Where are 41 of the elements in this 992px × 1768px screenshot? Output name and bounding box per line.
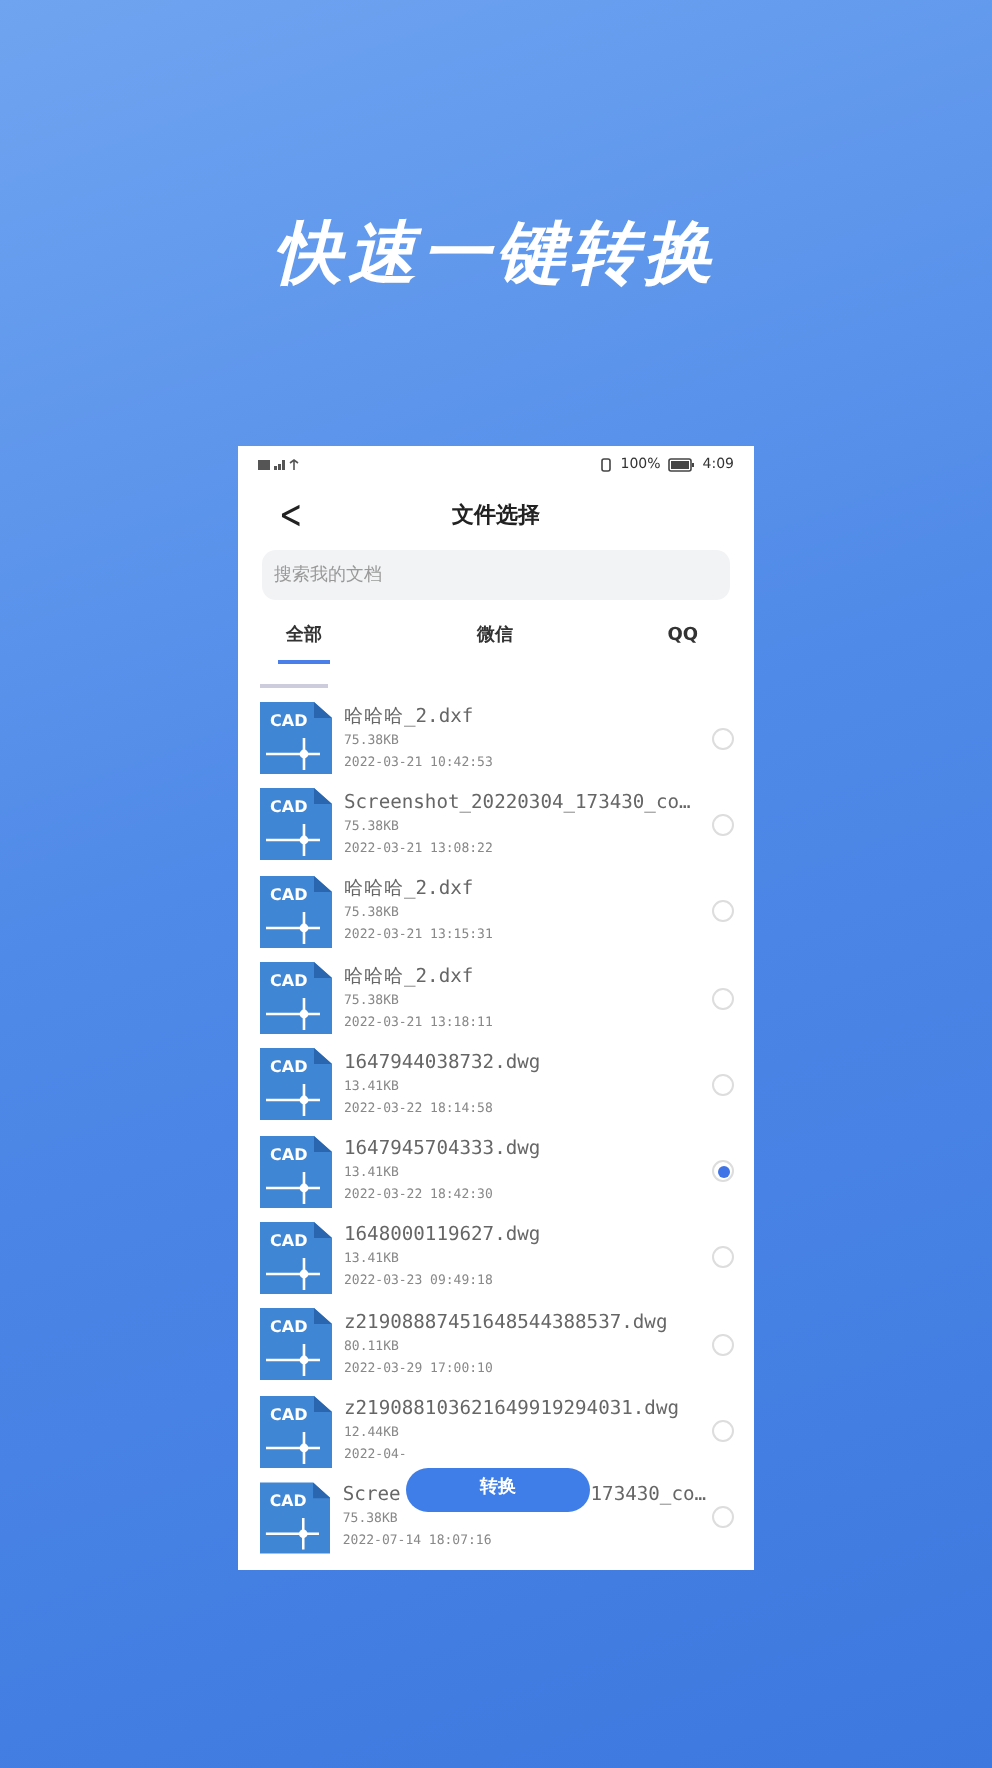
radio-button[interactable] — [712, 1420, 734, 1443]
file-name: 1648000119627.dwg — [344, 1222, 543, 1249]
radio-button[interactable] — [712, 987, 734, 1010]
radio-button[interactable] — [712, 1333, 734, 1356]
radio-button[interactable] — [712, 900, 734, 923]
cad-file-icon: CAD — [260, 875, 332, 948]
cad-file-icon: CAD — [260, 1135, 332, 1208]
battery-icon — [668, 457, 695, 471]
radio-button[interactable] — [712, 727, 734, 750]
file-name: 1647945704333.dwg — [344, 1136, 543, 1163]
page-title: 文件选择 — [452, 499, 540, 532]
cad-file-icon: CAD — [260, 1481, 331, 1554]
cad-file-icon: CAD — [260, 1395, 332, 1468]
tab[interactable]: QQ — [659, 612, 706, 663]
headline: 快速一键转换 — [272, 212, 720, 298]
convert-button[interactable]: 转换 — [406, 1468, 590, 1512]
cad-file-icon: CAD — [260, 788, 332, 861]
file-name: 173430_co… — [590, 1482, 707, 1509]
vibrate-icon — [600, 457, 613, 471]
file-name: 哈哈哈_2.dxf — [344, 876, 476, 903]
file-name: Screenshot_20220304_173430_co… — [344, 789, 693, 816]
file-name: 1647944038732.dwg — [344, 1049, 543, 1076]
radio-button[interactable] — [712, 1506, 734, 1529]
cad-file-icon: CAD — [260, 962, 332, 1035]
cad-file-icon: CAD — [260, 1308, 332, 1381]
file-name: Scree — [342, 1482, 401, 1509]
radio-button[interactable] — [712, 813, 734, 836]
radio-button[interactable] — [712, 1073, 734, 1096]
file-name: z21908887451648544388537.dwg — [344, 1309, 670, 1336]
search-field[interactable]: 搜索我的文档 — [262, 550, 730, 600]
tab[interactable]: 全部 — [278, 612, 330, 663]
back-button[interactable]: < — [279, 488, 303, 540]
cad-file-icon: CAD — [260, 702, 332, 775]
cad-file-icon: CAD — [260, 1048, 332, 1121]
radio-button[interactable] — [712, 1246, 734, 1269]
cad-file-icon: CAD — [260, 1221, 332, 1294]
radio-button[interactable] — [712, 1160, 734, 1183]
tab[interactable]: 微信 — [468, 612, 521, 663]
file-name: 哈哈哈_2.dxf — [344, 963, 476, 990]
file-name: z219088103621649919294031.dwg — [344, 1396, 682, 1423]
file-name: 哈哈哈_2.dxf — [344, 703, 476, 730]
